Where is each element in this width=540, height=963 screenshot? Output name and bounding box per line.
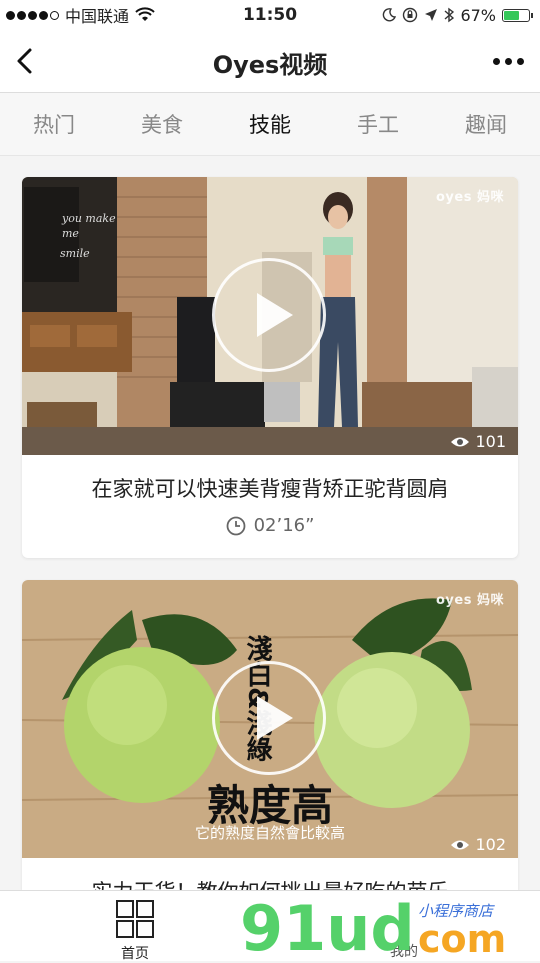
brand-watermark: oyes 妈咪 bbox=[436, 190, 504, 205]
play-button[interactable] bbox=[212, 661, 326, 775]
eye-icon bbox=[451, 437, 470, 446]
wifi-icon bbox=[135, 7, 155, 21]
overlay-caption: 它的熟度自然會比較高 bbox=[195, 824, 345, 842]
video-duration: 02’16” bbox=[22, 515, 518, 536]
watermark-tagline: 小程序商店 bbox=[418, 902, 495, 920]
clock-icon bbox=[226, 516, 245, 535]
rotation-lock-icon bbox=[403, 7, 418, 23]
tab-skills[interactable]: 技能 bbox=[243, 109, 297, 139]
home-grid-icon bbox=[116, 900, 154, 938]
status-bar: 中国联通 11:50 67% bbox=[0, 0, 540, 30]
play-icon bbox=[257, 696, 293, 740]
tab-fun[interactable]: 趣闻 bbox=[459, 109, 513, 139]
eye-icon bbox=[451, 840, 470, 849]
tab-home-label: 首页 bbox=[121, 946, 149, 962]
play-icon bbox=[257, 293, 293, 337]
video-thumbnail[interactable]: 淺白&淺綠 熟度高 它的熟度自然會比較高 oyes 妈咪 102 bbox=[22, 580, 518, 858]
video-title[interactable]: 实力干货！教你如何挑出最好吃的芭乐 bbox=[22, 876, 518, 890]
site-watermark: 91ud com 小程序商店 bbox=[240, 892, 506, 960]
watermark-brand: 91ud bbox=[240, 892, 415, 960]
carrier-label: 中国联通 bbox=[65, 7, 130, 26]
tab-food[interactable]: 美食 bbox=[135, 109, 189, 139]
category-tabs: 热门 美食 技能 手工 趣闻 bbox=[0, 93, 540, 156]
signal-icon bbox=[6, 10, 59, 20]
battery-percent: 67% bbox=[460, 5, 496, 25]
watermark-domain: com bbox=[418, 917, 506, 960]
svg-text:smile: smile bbox=[60, 247, 90, 260]
tab-handcraft[interactable]: 手工 bbox=[351, 109, 405, 139]
bluetooth-icon bbox=[444, 7, 455, 23]
video-card[interactable]: 淺白&淺綠 熟度高 它的熟度自然會比較高 oyes 妈咪 102 实力干货！教你… bbox=[22, 580, 518, 890]
view-count: 102 bbox=[450, 835, 506, 854]
page-title: Oyes视频 bbox=[212, 51, 328, 79]
video-thumbnail[interactable]: you make me smile oyes 妈咪 101 bbox=[22, 177, 518, 455]
tab-home[interactable]: 首页 bbox=[110, 899, 160, 963]
overlay-headline: 熟度高 bbox=[207, 781, 333, 830]
tab-hot[interactable]: 热门 bbox=[27, 109, 81, 139]
video-title[interactable]: 在家就可以快速美背瘦背矫正驼背圆肩 bbox=[22, 473, 518, 503]
play-button[interactable] bbox=[212, 258, 326, 372]
more-button[interactable] bbox=[488, 47, 528, 75]
battery-icon bbox=[502, 8, 533, 22]
svg-text:you make: you make bbox=[61, 212, 116, 225]
brand-watermark: oyes 妈咪 bbox=[436, 593, 504, 608]
more-dots-icon bbox=[492, 57, 500, 65]
video-card[interactable]: you make me smile oyes 妈咪 101 在家就可以快速美背瘦… bbox=[22, 177, 518, 558]
nav-bar: Oyes视频 bbox=[0, 30, 540, 93]
moon-icon bbox=[383, 8, 397, 22]
view-count: 101 bbox=[450, 432, 506, 451]
svg-text:me: me bbox=[62, 227, 79, 240]
location-icon bbox=[425, 9, 438, 21]
